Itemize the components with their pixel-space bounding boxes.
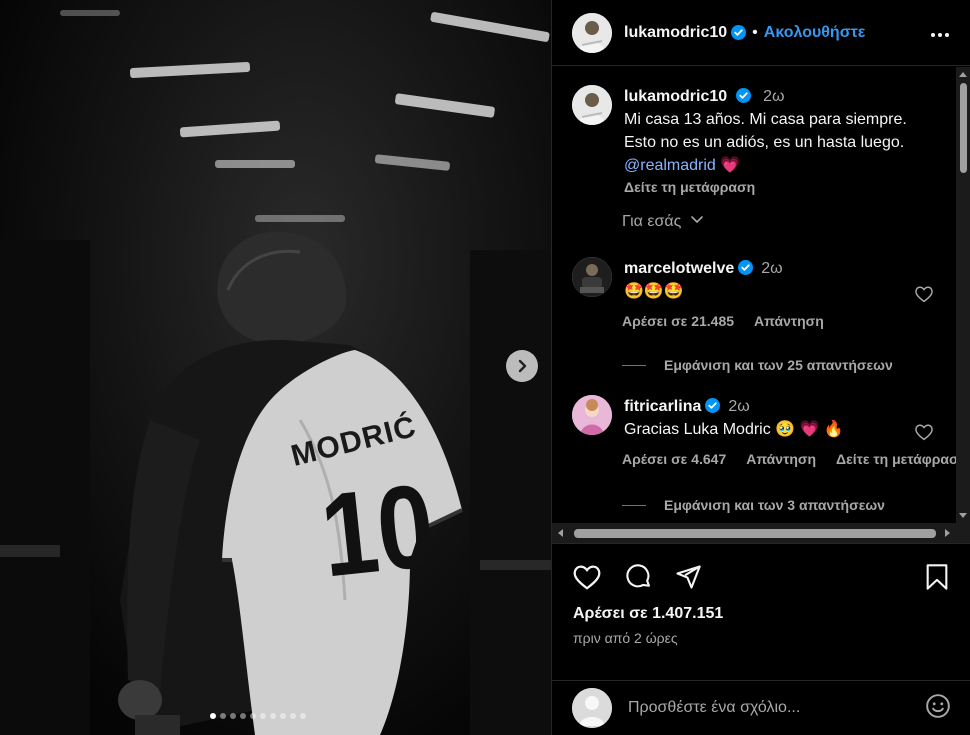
- post-caption: lukamodric10 2ω Mi casa 13 años. Mi casa…: [572, 85, 952, 197]
- heart-icon[interactable]: [914, 285, 934, 308]
- view-replies-button[interactable]: Εμφάνιση και των 3 απαντήσεων: [622, 497, 885, 513]
- heart-icon[interactable]: [914, 423, 934, 446]
- post-side-panel: lukamodric10 • Ακολουθήστε lukamodric10 …: [551, 0, 970, 735]
- commenter-avatar[interactable]: [572, 395, 612, 435]
- comment-username[interactable]: marcelotwelve: [624, 260, 734, 277]
- next-arrow-icon[interactable]: [506, 350, 538, 382]
- verified-icon: [735, 87, 751, 103]
- carousel-dot: [270, 713, 276, 719]
- add-comment-bar: [552, 680, 970, 735]
- reply-button[interactable]: Απάντηση: [754, 313, 824, 329]
- carousel-dots: [210, 713, 306, 719]
- carousel-dot: [240, 713, 246, 719]
- comment-item: marcelotwelve 2ω 🤩🤩🤩 Αρέσει σε 21.485 Απά…: [572, 257, 956, 329]
- comment-time[interactable]: 2ω: [761, 260, 782, 277]
- view-replies-label: Εμφάνιση και των 3 απαντήσεων: [664, 497, 885, 513]
- likes-count[interactable]: Αρέσει σε 1.407.151: [573, 605, 723, 623]
- chevron-down-icon: [686, 213, 704, 230]
- post-timestamp[interactable]: πριν από 2 ώρες: [573, 630, 678, 646]
- post-header: lukamodric10 • Ακολουθήστε: [552, 0, 970, 66]
- see-translation-link[interactable]: Δείτε τη μετάφραση: [836, 451, 956, 467]
- post-actions: Αρέσει σε 1.407.151 πριν από 2 ώρες: [552, 545, 970, 735]
- bookmark-icon[interactable]: [924, 563, 950, 596]
- reply-button[interactable]: Απάντηση: [746, 451, 816, 467]
- caption-avatar[interactable]: [572, 85, 612, 125]
- carousel-dot: [210, 713, 216, 719]
- header-separator: •: [752, 23, 758, 41]
- verified-icon: [738, 259, 754, 275]
- carousel-dot: [230, 713, 236, 719]
- comment-username[interactable]: fitricarlina: [624, 398, 701, 415]
- user-avatar: [572, 688, 612, 728]
- comment-text: 🤩🤩🤩: [624, 283, 684, 300]
- carousel-dot: [290, 713, 296, 719]
- sort-dropdown[interactable]: Για εσάς: [622, 213, 704, 231]
- carousel-dot: [260, 713, 266, 719]
- comment-meta: Αρέσει σε 4.647 Απάντηση Δείτε τη μετάφρ…: [622, 451, 956, 467]
- view-replies-button[interactable]: Εμφάνιση και των 25 απαντήσεων: [622, 357, 893, 373]
- caption-emoji: 💗: [720, 157, 741, 174]
- author-avatar[interactable]: [572, 12, 612, 53]
- commenter-avatar[interactable]: [572, 257, 612, 297]
- caption-line-2: Esto no es un adiós, es un hasta luego.: [624, 134, 905, 151]
- comments-list[interactable]: lukamodric10 2ω Mi casa 13 años. Mi casa…: [552, 67, 956, 523]
- comment-likes[interactable]: Αρέσει σε 4.647: [622, 451, 726, 467]
- share-icon[interactable]: [674, 563, 702, 596]
- verified-icon: [705, 397, 721, 413]
- view-replies-label: Εμφάνιση και των 25 απαντήσεων: [664, 357, 893, 373]
- comment-icon[interactable]: [624, 563, 654, 596]
- carousel-dot: [300, 713, 306, 719]
- mention-link[interactable]: @realmadrid: [624, 157, 716, 174]
- caption-time[interactable]: 2ω: [763, 88, 784, 105]
- post-media[interactable]: MODRIĆ 10: [0, 0, 551, 735]
- sort-label: Για εσάς: [622, 213, 682, 230]
- more-icon[interactable]: [930, 22, 950, 43]
- comments-horizontal-scrollbar[interactable]: [552, 523, 956, 544]
- emoji-icon[interactable]: [925, 693, 951, 724]
- see-translation-link[interactable]: Δείτε τη μετάφραση: [624, 177, 907, 197]
- carousel-dot: [220, 713, 226, 719]
- comment-text: Gracias Luka Modric 🥹 💗 🔥: [624, 421, 844, 438]
- carousel-dot: [250, 713, 256, 719]
- verified-icon: [731, 25, 747, 40]
- comment-likes[interactable]: Αρέσει σε 21.485: [622, 313, 734, 329]
- heart-icon[interactable]: [572, 563, 602, 596]
- caption-username[interactable]: lukamodric10: [624, 88, 727, 105]
- comments-vertical-scrollbar[interactable]: [956, 67, 970, 523]
- caption-line-1: Mi casa 13 años. Mi casa para siempre.: [624, 111, 907, 128]
- follow-button[interactable]: Ακολουθήστε: [764, 24, 866, 42]
- comment-meta: Αρέσει σε 21.485 Απάντηση: [622, 313, 956, 329]
- comment-item: fitricarlina 2ω Gracias Luka Modric 🥹 💗 🔥…: [572, 395, 956, 467]
- jersey-number: 10: [315, 459, 441, 603]
- scrollbar-corner: [956, 523, 970, 544]
- comment-input[interactable]: [628, 699, 888, 717]
- author-username[interactable]: lukamodric10: [624, 24, 727, 42]
- comment-time[interactable]: 2ω: [728, 398, 749, 415]
- carousel-dot: [280, 713, 286, 719]
- post-photo: [0, 10, 551, 735]
